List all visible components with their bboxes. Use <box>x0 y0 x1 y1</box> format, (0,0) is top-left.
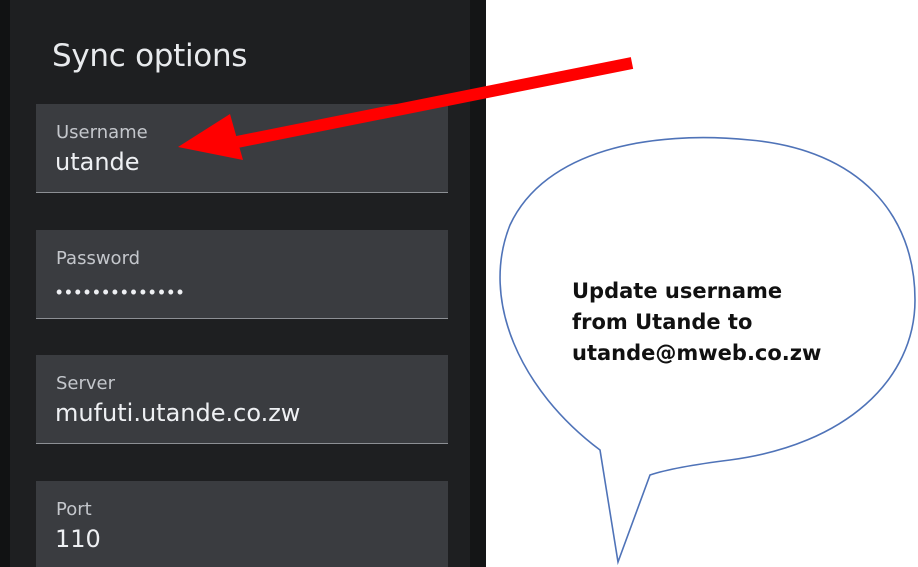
username-value[interactable]: utande <box>55 148 140 176</box>
port-field[interactable]: Port 110 <box>36 481 448 567</box>
password-label: Password <box>56 248 141 269</box>
server-label: Server <box>56 373 116 394</box>
port-value[interactable]: 110 <box>55 525 101 553</box>
server-field[interactable]: Server mufuti.utande.co.zw <box>36 355 448 444</box>
username-field[interactable]: Username utande <box>36 104 448 193</box>
port-label: Port <box>56 499 92 520</box>
password-value[interactable]: •••••••••••••• <box>56 282 186 303</box>
panel-left-edge <box>0 0 10 567</box>
callout-line-3: utande@mweb.co.zw <box>572 341 822 365</box>
callout-line-1: Update username <box>572 279 783 303</box>
callout-text: Update username from Utande to utande@mw… <box>572 276 821 369</box>
sync-options-panel: Sync options Username utande Password ••… <box>0 0 486 567</box>
username-label: Username <box>56 122 148 143</box>
panel-right-edge <box>470 0 486 567</box>
password-field[interactable]: Password •••••••••••••• <box>36 230 448 319</box>
callout-line-2: from Utande to <box>572 310 753 334</box>
server-value[interactable]: mufuti.utande.co.zw <box>55 399 300 427</box>
page-title: Sync options <box>52 38 248 74</box>
